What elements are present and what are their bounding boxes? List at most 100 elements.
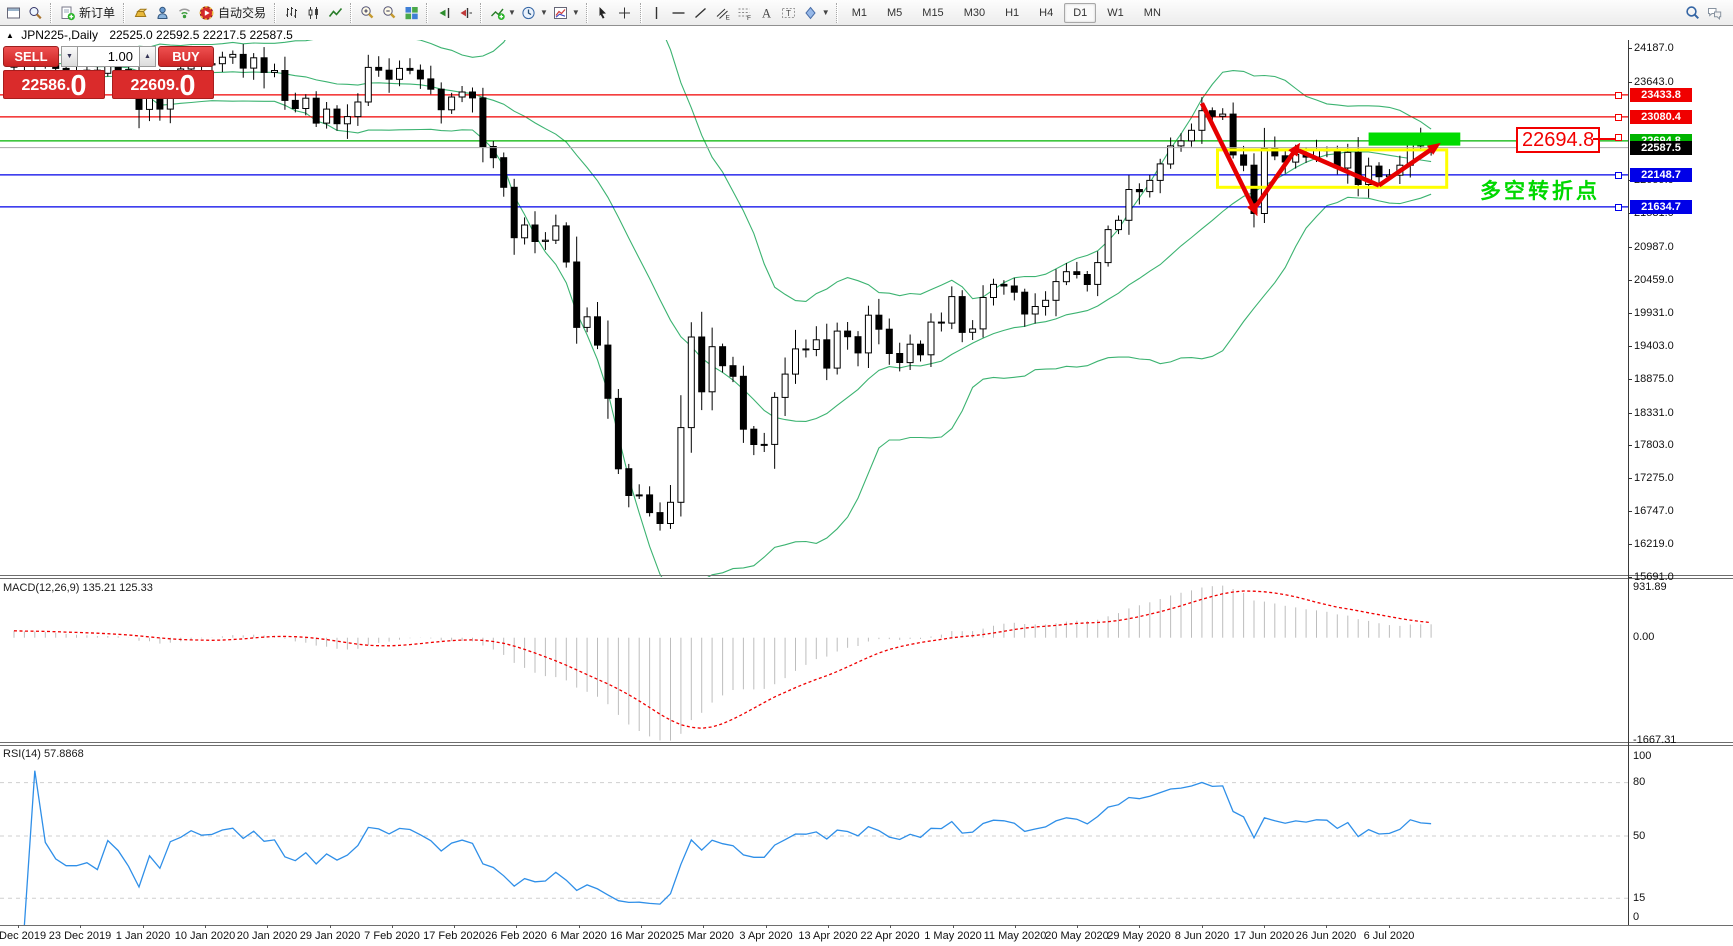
- price-tick-mark: [1628, 577, 1632, 578]
- zoom-out-icon[interactable]: [378, 2, 400, 24]
- price-chart-pane[interactable]: [0, 40, 1628, 577]
- price-tick-label: 17803.0: [1634, 439, 1674, 451]
- pane-separator[interactable]: [0, 745, 1733, 746]
- signals-icon[interactable]: [151, 2, 173, 24]
- gold-icon[interactable]: [129, 2, 151, 24]
- sell-price-display[interactable]: 22586.0: [3, 70, 105, 99]
- autotrading-icon[interactable]: [195, 2, 217, 24]
- timeframe-button-m5[interactable]: M5: [878, 3, 911, 23]
- price-axis-badge: 22148.7: [1630, 168, 1692, 182]
- new-order-icon[interactable]: [56, 2, 78, 24]
- periods-icon[interactable]: [518, 2, 540, 24]
- date-tick-mark: [80, 925, 81, 928]
- autoscroll-icon[interactable]: [432, 2, 454, 24]
- date-axis-label: 29 Jan 2020: [300, 930, 361, 942]
- timeframe-button-w1[interactable]: W1: [1098, 3, 1133, 23]
- bar-chart-icon[interactable]: [280, 2, 302, 24]
- dropdown-caret-icon[interactable]: ▼: [508, 8, 516, 17]
- rsi-line: [24, 771, 1431, 925]
- price-axis-badge: 23080.4: [1630, 110, 1692, 124]
- macd-axis-label: -1667.31: [1633, 734, 1676, 746]
- connection-icon[interactable]: [173, 2, 195, 24]
- price-tick-label: 16219.0: [1634, 538, 1674, 550]
- shapes-icon[interactable]: [800, 2, 822, 24]
- buy-button[interactable]: BUY: [158, 46, 214, 67]
- rsi-axis-label: 0: [1633, 911, 1639, 923]
- search-icon[interactable]: [1681, 2, 1703, 24]
- buy-price-text: 22609.: [130, 74, 179, 98]
- candlestick-icon[interactable]: [302, 2, 324, 24]
- market-watch-icon[interactable]: [24, 2, 46, 24]
- date-axis-label: 3 Dec 2019: [0, 930, 46, 942]
- price-tick-label: 23643.0: [1634, 76, 1674, 88]
- window-icon[interactable]: [2, 2, 24, 24]
- toolbar-separator: [586, 3, 588, 23]
- buy-price-big-digit: 0: [179, 73, 195, 100]
- label-icon[interactable]: T: [778, 2, 800, 24]
- horizontal-line-icon[interactable]: [668, 2, 690, 24]
- chart-shift-icon[interactable]: [454, 2, 476, 24]
- timeframe-button-h4[interactable]: H4: [1030, 3, 1062, 23]
- chat-icon[interactable]: [1703, 2, 1725, 24]
- date-tick-mark: [766, 925, 767, 928]
- date-tick-mark: [392, 925, 393, 928]
- rsi-pane[interactable]: [0, 747, 1628, 925]
- price-axis-badge: 23433.8: [1630, 88, 1692, 102]
- timeframe-button-d1[interactable]: D1: [1064, 3, 1096, 23]
- volume-decrease-button[interactable]: ▼: [61, 46, 78, 67]
- price-tick-mark: [1628, 346, 1632, 347]
- sell-button[interactable]: SELL: [3, 46, 59, 67]
- line-chart-icon[interactable]: [324, 2, 346, 24]
- price-tick-label: 24187.0: [1634, 42, 1674, 54]
- channel-icon[interactable]: E: [712, 2, 734, 24]
- new-indicator-icon[interactable]: [486, 2, 508, 24]
- date-tick-mark: [516, 925, 517, 928]
- fibonacci-icon[interactable]: F: [734, 2, 756, 24]
- turning-point-note[interactable]: 多空转折点: [1480, 175, 1600, 205]
- resistance-price-label[interactable]: 22694.8: [1516, 127, 1600, 153]
- date-axis-label: 17 Jun 2020: [1234, 930, 1295, 942]
- rsi-axis-label: 15: [1633, 892, 1645, 904]
- resistance-zone-bar[interactable]: [1369, 133, 1461, 146]
- resistance-label-anchor: [1615, 134, 1622, 141]
- timeframe-button-m30[interactable]: M30: [955, 3, 994, 23]
- pane-separator[interactable]: [0, 742, 1733, 743]
- dropdown-caret-icon[interactable]: ▼: [540, 8, 548, 17]
- buy-price-display[interactable]: 22609.0: [112, 70, 214, 99]
- vertical-line-icon[interactable]: [646, 2, 668, 24]
- date-axis-label: 20 Jan 2020: [237, 930, 298, 942]
- timeframe-button-m15[interactable]: M15: [913, 3, 952, 23]
- templates-icon[interactable]: [550, 2, 572, 24]
- macd-axis-label: 0.00: [1633, 631, 1654, 643]
- date-axis-label: 6 Jul 2020: [1364, 930, 1415, 942]
- macd-pane[interactable]: [0, 580, 1628, 741]
- timeframe-button-h1[interactable]: H1: [996, 3, 1028, 23]
- dropdown-caret-icon[interactable]: ▼: [822, 8, 830, 17]
- pane-separator[interactable]: [0, 575, 1733, 576]
- zoom-in-icon[interactable]: [356, 2, 378, 24]
- toolbar-separator: [274, 3, 276, 23]
- cursor-icon[interactable]: [592, 2, 614, 24]
- volume-input[interactable]: [78, 46, 139, 67]
- date-tick-mark: [1264, 925, 1265, 928]
- trendline-icon[interactable]: [690, 2, 712, 24]
- timeframe-button-m1[interactable]: M1: [843, 3, 876, 23]
- date-tick-mark: [18, 925, 19, 928]
- dropdown-caret-icon[interactable]: ▼: [572, 8, 580, 17]
- date-axis-label: 26 Jun 2020: [1296, 930, 1357, 942]
- crosshair-icon[interactable]: [614, 2, 636, 24]
- volume-increase-button[interactable]: ▲: [139, 46, 156, 67]
- text-icon[interactable]: A: [756, 2, 778, 24]
- autotrading-button-label[interactable]: 自动交易: [218, 4, 266, 21]
- svg-text:E: E: [726, 14, 731, 21]
- date-axis-label: 6 Mar 2020: [551, 930, 607, 942]
- svg-text:T: T: [786, 8, 791, 17]
- price-tick-label: 15691.0: [1634, 571, 1674, 583]
- timeframe-button-mn[interactable]: MN: [1135, 3, 1170, 23]
- zigzag-arrow-annotation[interactable]: [1202, 103, 1441, 216]
- pane-separator[interactable]: [0, 578, 1733, 579]
- svg-text:A: A: [762, 6, 771, 20]
- tile-windows-icon[interactable]: [400, 2, 422, 24]
- price-tick-mark: [1628, 280, 1632, 281]
- new-order-button-label[interactable]: 新订单: [79, 4, 115, 21]
